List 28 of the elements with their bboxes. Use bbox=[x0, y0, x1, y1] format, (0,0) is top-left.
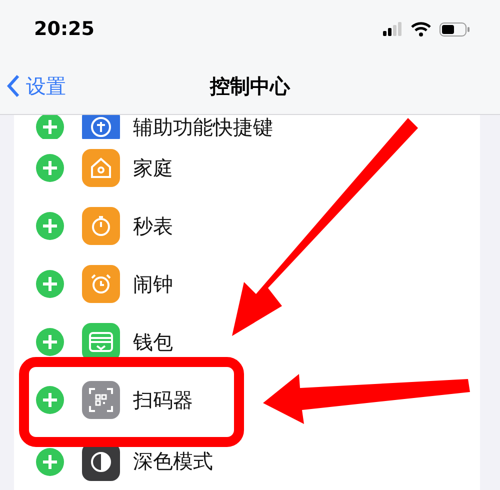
row-label: 秒表 bbox=[133, 214, 173, 236]
qr-code-icon bbox=[88, 387, 114, 413]
page-title: 控制中心 bbox=[210, 72, 290, 100]
status-time: 20:25 bbox=[34, 18, 94, 40]
person-circle-icon bbox=[89, 115, 113, 139]
alarm-clock-icon bbox=[89, 272, 113, 296]
add-icon[interactable] bbox=[36, 115, 64, 139]
back-chevron-icon[interactable] bbox=[6, 74, 20, 98]
house-icon bbox=[89, 156, 113, 180]
back-link[interactable]: 设置 bbox=[0, 72, 66, 100]
add-icon[interactable] bbox=[36, 448, 64, 476]
wallet-icon bbox=[88, 330, 114, 354]
row-label: 家庭 bbox=[133, 156, 173, 178]
wifi-icon bbox=[411, 22, 431, 36]
stopwatch-icon bbox=[89, 214, 113, 238]
add-icon[interactable] bbox=[36, 386, 64, 414]
row-label: 深色模式 bbox=[133, 450, 213, 472]
signal-icon bbox=[383, 22, 403, 36]
half-circle-icon bbox=[89, 450, 113, 474]
battery-icon bbox=[439, 22, 470, 36]
row-label: 扫码器 bbox=[133, 388, 193, 410]
add-icon[interactable] bbox=[36, 212, 64, 240]
add-icon[interactable] bbox=[36, 270, 64, 298]
row-label: 钱包 bbox=[133, 330, 173, 352]
row-label: 闹钟 bbox=[133, 272, 173, 294]
add-icon[interactable] bbox=[36, 328, 64, 356]
add-icon[interactable] bbox=[36, 154, 64, 182]
row-label: 辅助功能快捷键 bbox=[133, 116, 273, 138]
